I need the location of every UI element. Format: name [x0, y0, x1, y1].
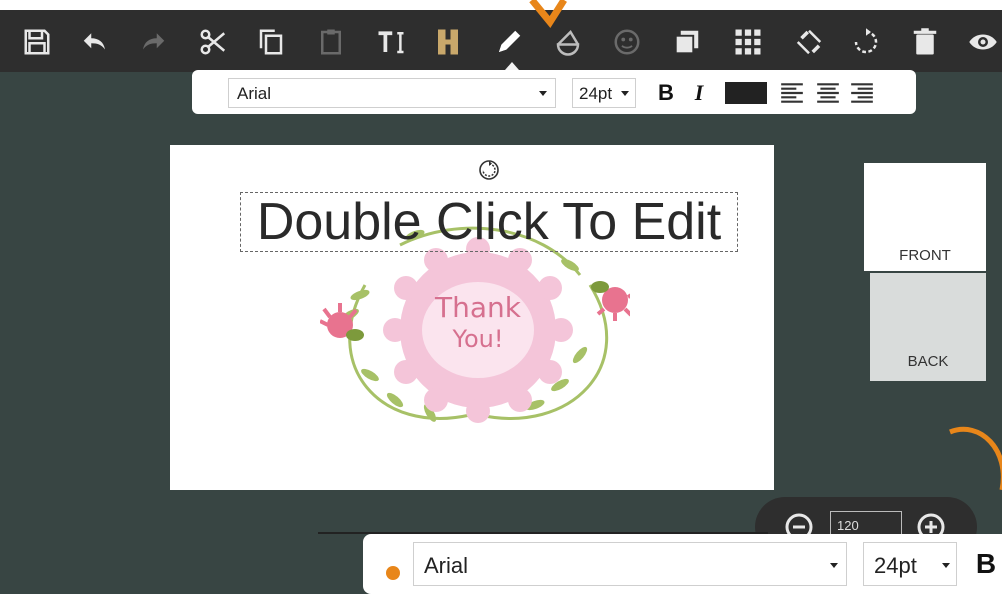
tab-front[interactable]: FRONT [864, 163, 986, 271]
font-size-value: 24pt [579, 84, 613, 103]
font-family-select[interactable]: Arial [413, 542, 847, 586]
tab-back[interactable]: BACK [870, 273, 986, 381]
wreath-text-line2: You! [452, 325, 504, 353]
editable-text-box[interactable]: Double Click To Edit [240, 192, 738, 252]
font-size-select[interactable]: 24pt [572, 78, 636, 108]
hint-dot-icon [386, 566, 400, 580]
tool-icon[interactable] [789, 22, 829, 62]
text-format-bar: Arial 24pt B I [192, 70, 916, 114]
main-toolbar [0, 0, 1002, 72]
image-icon[interactable] [428, 22, 468, 62]
hint-arrow-icon [529, 0, 567, 28]
bold-button[interactable]: B [971, 544, 1001, 584]
align-right-icon[interactable] [848, 78, 876, 108]
grid-icon[interactable] [728, 22, 768, 62]
italic-button[interactable]: I [686, 78, 712, 108]
save-icon[interactable] [17, 22, 57, 62]
hint-curve-icon [949, 426, 1002, 490]
paste-icon[interactable] [311, 22, 351, 62]
copy-icon[interactable] [251, 22, 291, 62]
text-format-bar-magnified: Arial 24pt B [363, 534, 1002, 594]
card-side-panel: FRONT BACK [864, 163, 986, 381]
text-icon[interactable] [371, 22, 411, 62]
font-family-value: Arial [237, 84, 272, 103]
align-center-icon[interactable] [814, 78, 842, 108]
chevron-down-icon [621, 91, 629, 96]
chevron-down-icon [539, 91, 547, 96]
redo-icon[interactable] [133, 22, 173, 62]
eye-icon[interactable] [963, 22, 1002, 62]
font-family-select[interactable]: Arial [228, 78, 556, 108]
font-size-value: 24pt [874, 553, 917, 578]
font-family-value: Arial [424, 553, 469, 578]
wreath-text-line1: Thank [434, 291, 522, 324]
pencil-icon[interactable] [489, 22, 529, 62]
font-size-select[interactable]: 24pt [863, 542, 957, 586]
thank-you-wreath-image[interactable]: Thank You! [320, 225, 630, 465]
layer-icon[interactable] [667, 22, 707, 62]
chevron-down-icon [942, 563, 950, 568]
zoom-value: 120 [837, 518, 859, 533]
chevron-down-icon [830, 563, 838, 568]
text-color-button[interactable] [724, 78, 768, 108]
active-tool-caret [505, 62, 519, 70]
cut-icon[interactable] [193, 22, 233, 62]
bold-button[interactable]: B [652, 78, 680, 108]
undo-icon[interactable] [75, 22, 115, 62]
align-left-icon[interactable] [778, 78, 806, 108]
design-canvas[interactable]: Thank You! Double Click To Edit [170, 145, 774, 490]
face-icon[interactable] [607, 22, 647, 62]
trash-icon[interactable] [905, 22, 945, 62]
rotate-icon[interactable] [846, 22, 886, 62]
color-swatch [725, 82, 767, 104]
rotate-handle-icon[interactable] [476, 157, 502, 183]
